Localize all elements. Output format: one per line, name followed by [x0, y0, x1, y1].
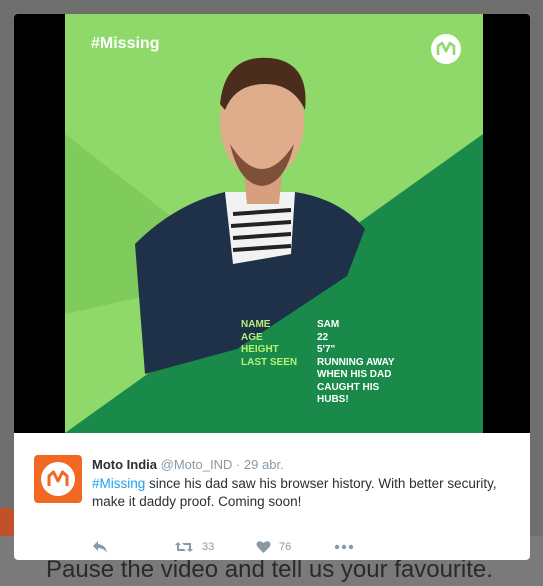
author-handle[interactable]: @Moto_IND	[161, 457, 233, 472]
tweet-date[interactable]: 29 abr.	[244, 457, 284, 472]
missing-hashtag-label: #Missing	[91, 35, 160, 52]
hashtag-link[interactable]: #Missing	[92, 476, 145, 491]
motorola-logo-icon	[431, 34, 461, 64]
tweet-body-text: since his dad saw his browser history. W…	[92, 476, 497, 509]
tweet-image[interactable]: #Missing NAME SAM AGE 22 HEIGHT 5'7" LAS…	[65, 14, 483, 433]
background-caption: Pause the video and tell us your favouri…	[46, 556, 493, 583]
retweet-icon	[175, 542, 193, 552]
tweet-text: #Missing since his dad saw his browser h…	[92, 475, 512, 511]
reply-icon	[93, 541, 107, 553]
detail-row-height: HEIGHT 5'7"	[241, 344, 407, 357]
detail-row-age: AGE 22	[241, 332, 407, 345]
avatar[interactable]	[34, 455, 82, 503]
detail-value: 22	[317, 331, 329, 343]
like-count: 76	[279, 541, 292, 553]
header-separator: ·	[232, 457, 244, 472]
heart-icon	[256, 541, 271, 553]
detail-value: 5'7"	[317, 344, 336, 355]
detail-label: AGE	[241, 331, 263, 343]
detail-label: LAST SEEN	[241, 356, 298, 368]
like-button[interactable]: 76	[256, 540, 334, 554]
tweet-header: Moto India @Moto_IND · 29 abr.	[92, 457, 284, 472]
detail-value: RUNNING AWAY WHEN HIS DAD CAUGHT HIS HUB…	[317, 356, 395, 406]
retweet-count: 33	[202, 541, 215, 553]
more-options-button[interactable]	[334, 544, 354, 550]
detail-label: HEIGHT	[241, 344, 279, 355]
detail-label: NAME	[241, 319, 271, 330]
reply-button[interactable]	[92, 540, 174, 554]
detail-row-name: NAME SAM	[241, 319, 407, 332]
detail-value: SAM	[317, 319, 340, 330]
tweet-card: Moto India @Moto_IND · 29 abr. #Missing …	[14, 433, 530, 560]
tweet-actions: 33 76	[92, 537, 354, 557]
retweet-button[interactable]: 33	[174, 540, 256, 554]
media-lightbox: #Missing NAME SAM AGE 22 HEIGHT 5'7" LAS…	[14, 14, 530, 560]
motorola-avatar-icon	[41, 462, 75, 496]
author-name[interactable]: Moto India	[92, 457, 157, 472]
more-icon	[334, 544, 354, 550]
missing-person-details: NAME SAM AGE 22 HEIGHT 5'7" LAST SEEN RU…	[241, 319, 407, 407]
detail-row-last-seen: LAST SEEN RUNNING AWAY WHEN HIS DAD CAUG…	[241, 357, 407, 407]
